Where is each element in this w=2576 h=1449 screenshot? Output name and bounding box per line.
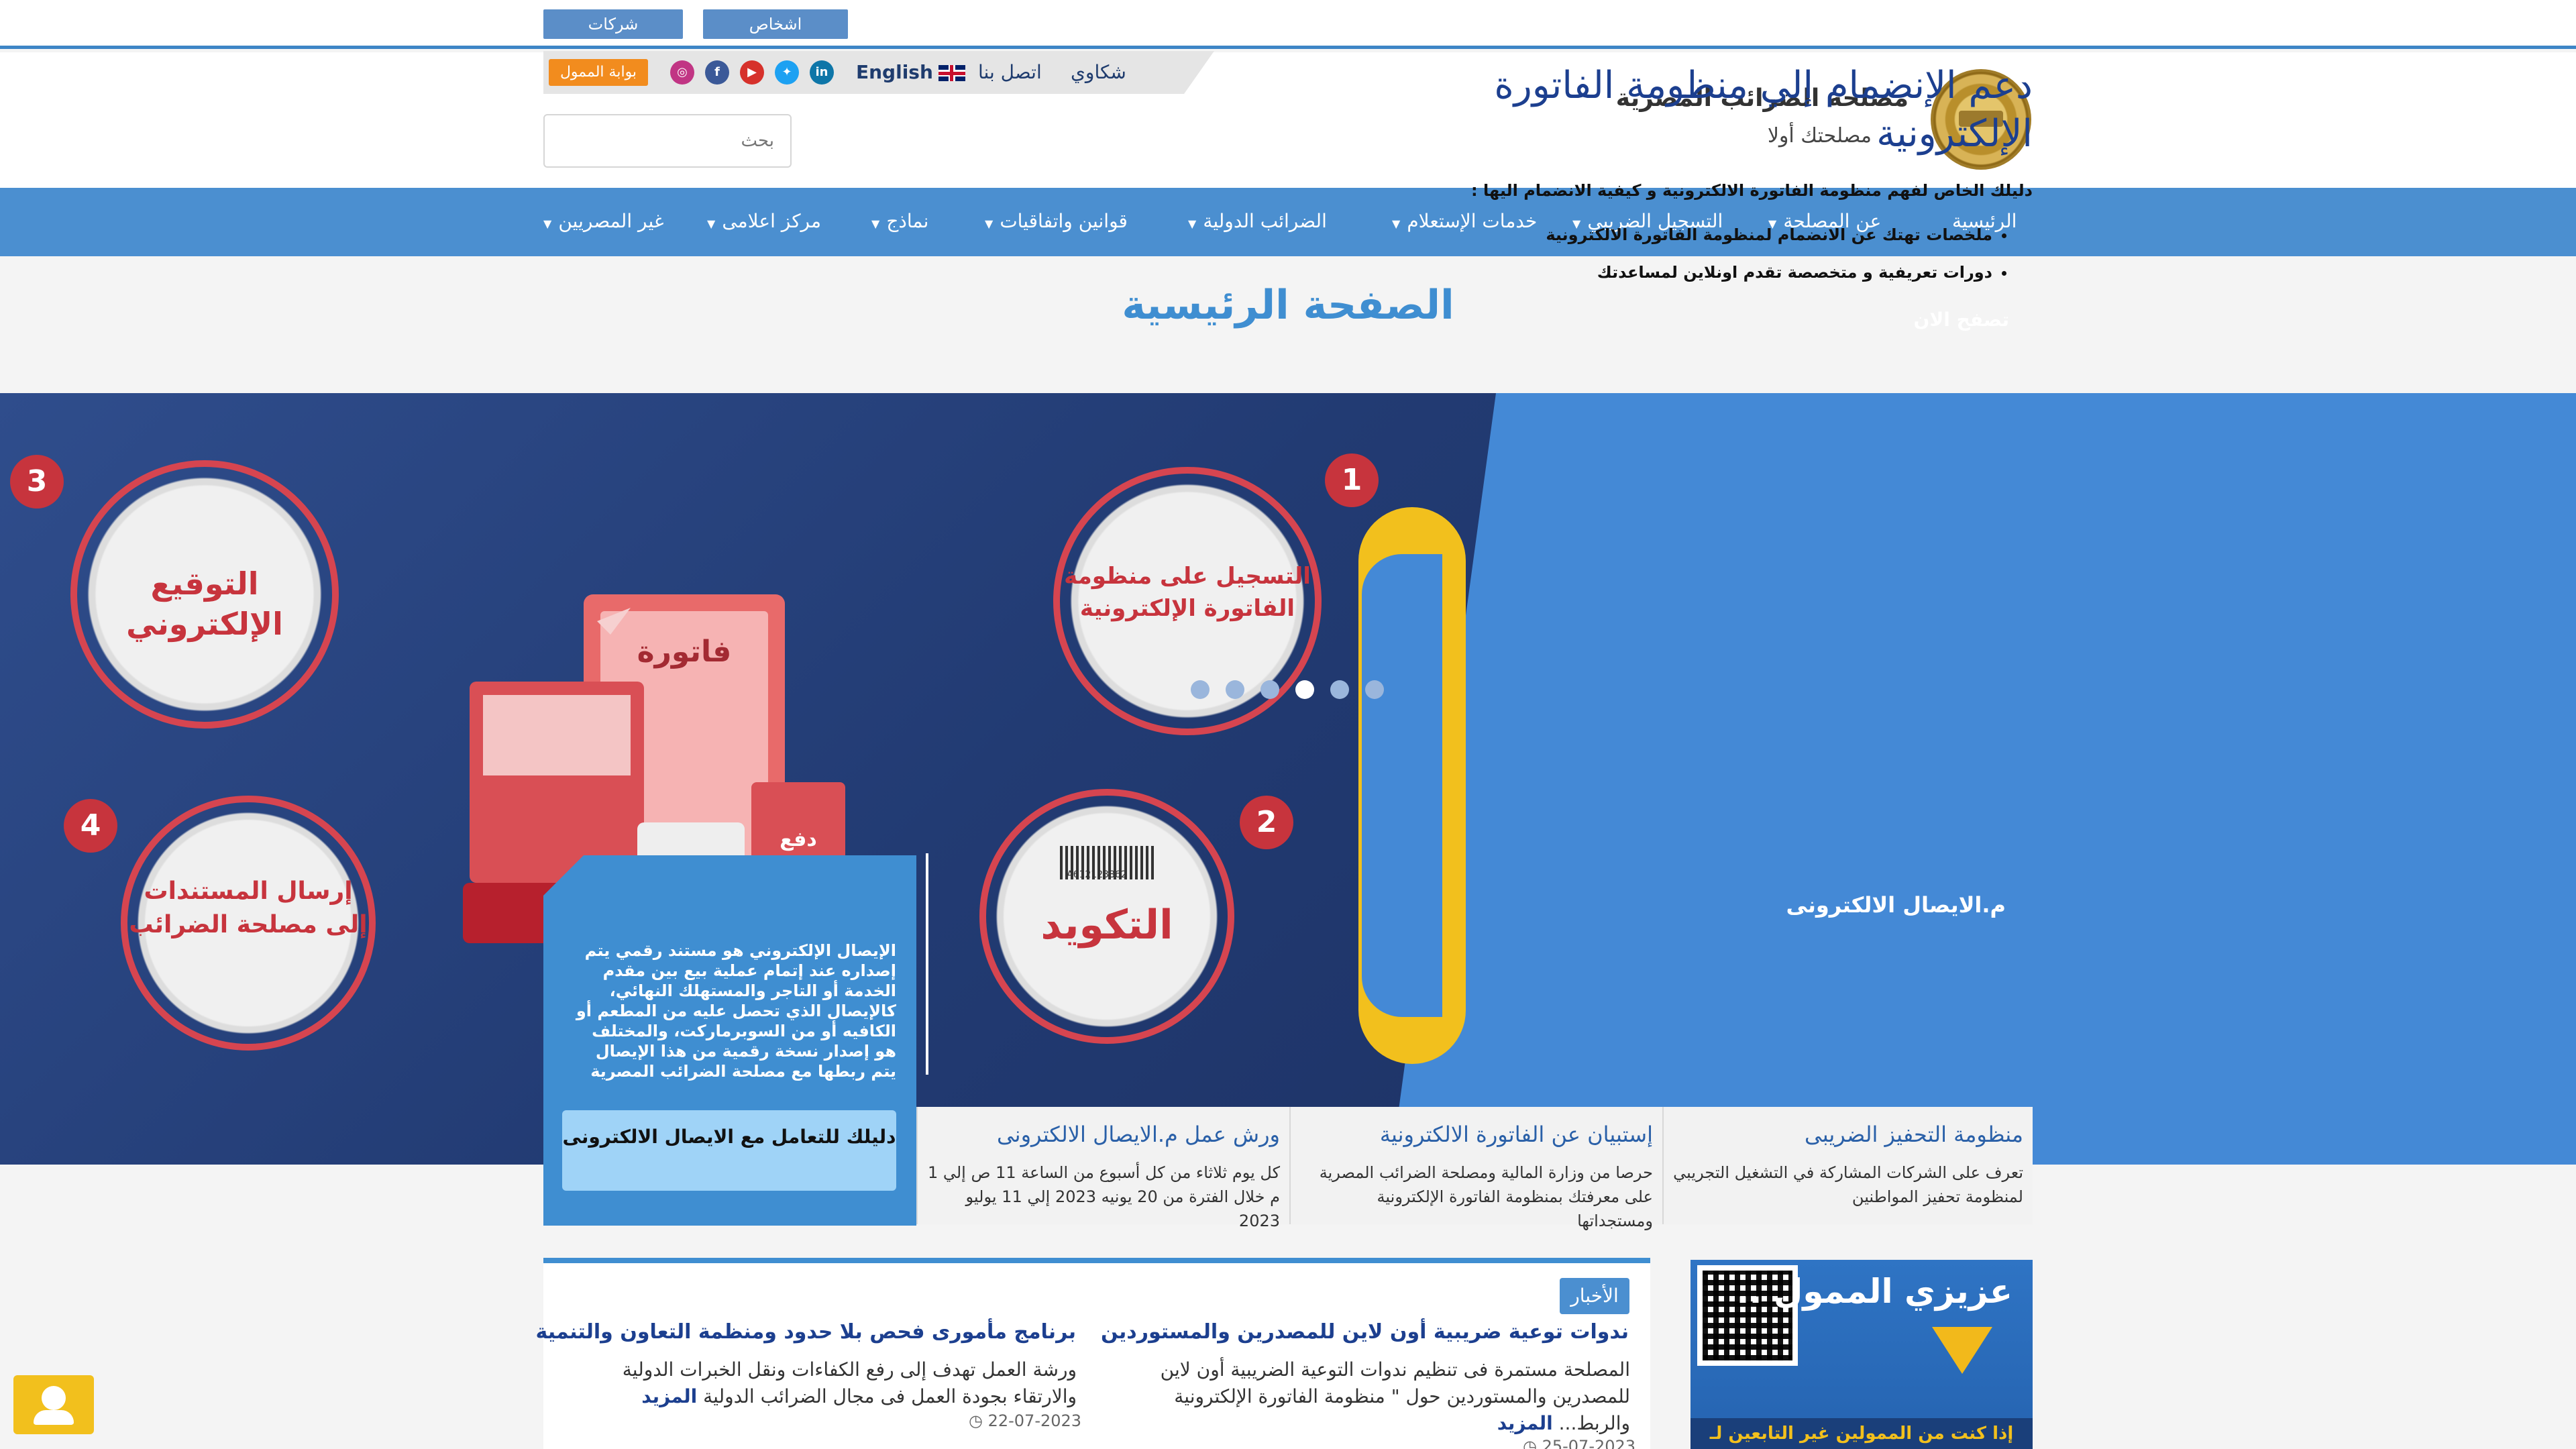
- slider-dot[interactable]: [1330, 680, 1349, 699]
- hero-bullet: دورات تعريفية و متخصصة تقدم اونلاين لمسا…: [1546, 254, 1992, 291]
- nav-intl-tax-label: الضرائب الدولية: [1203, 210, 1327, 232]
- feature-tax-incentive[interactable]: منظومة التحفيز الضريبى تعرف على الشركات …: [1662, 1107, 2033, 1224]
- news-date-text: 22-07-2023: [987, 1411, 1082, 1430]
- chevron-down-icon: ▼: [985, 217, 994, 230]
- hero-bullet: ملخصات تهتك عن الانضمام لمنظومة الفاتورة…: [1546, 216, 1992, 254]
- step-2-badge: 2: [1240, 796, 1293, 849]
- chevron-down-icon: ▼: [707, 217, 716, 230]
- tab-companies[interactable]: شركات: [543, 9, 683, 39]
- chevron-down-icon: ▼: [1188, 217, 1197, 230]
- feature-title: ورش عمل م.الايصال الالكترونى: [997, 1122, 1280, 1147]
- news-item-excerpt: المصلحة مستمرة فى تنظيم ندوات التوعية ال…: [1160, 1358, 1630, 1434]
- step-register-label: التسجيل على منظومة الفاتورة الإلكترونية: [1064, 563, 1311, 623]
- feature-text: تعرف على الشركات المشاركة في التشغيل الت…: [1673, 1163, 2023, 1206]
- news-item-title[interactable]: ندوات توعية ضريبية أون لاين للمصدرين وال…: [1101, 1320, 1629, 1344]
- nav-laws-label: قوانين واتفاقيات: [1000, 210, 1128, 232]
- nav-forms-label: نماذج: [886, 210, 929, 232]
- tab-individuals[interactable]: اشخاص: [703, 9, 848, 39]
- ereceipt-guide-button[interactable]: دليلك للتعامل مع الايصال الالكترونى: [562, 1110, 896, 1191]
- news-more-link[interactable]: المزيد: [641, 1385, 697, 1407]
- hero-description: دليلك الخاص لفهم منظومة الفاتورة الالكتر…: [1471, 181, 2033, 200]
- support-agent-icon[interactable]: [13, 1375, 94, 1434]
- browse-now-link[interactable]: تصفح الان: [1913, 309, 2009, 331]
- news-item-title[interactable]: برنامج مأمورى فحص بلا حدود ومنظمة التعاو…: [536, 1320, 1076, 1344]
- nav-media-label: مركز اعلامى: [722, 210, 821, 232]
- news-item-date: ◷ 25-07-2023: [1523, 1437, 1635, 1449]
- ereceipt-card-title: م.الايصال الالكترونى: [1786, 892, 2006, 918]
- news-more-link[interactable]: المزيد: [1497, 1412, 1553, 1434]
- slider-dot[interactable]: [1191, 680, 1210, 699]
- feature-einvoice-survey[interactable]: إستبيان عن الفاتورة الالكترونية حرصا من …: [1289, 1107, 1662, 1230]
- chevron-down-icon: ▼: [543, 217, 552, 230]
- step-coding-label: التكويد: [1040, 901, 1173, 949]
- nav-media[interactable]: ▼ مركز اعلامى: [707, 208, 821, 235]
- taxpayer-ad-banner[interactable]: عزيزي الممول .. إذا كنت من الممولين غير …: [1690, 1260, 2033, 1449]
- nav-non-egyptians-label: غير المصريين: [558, 210, 664, 232]
- invoice-label: فاتورة: [637, 635, 732, 669]
- news-tag[interactable]: الأخبار: [1560, 1278, 1629, 1314]
- barcode-number: A612123862: [1067, 869, 1127, 880]
- slider-dot[interactable]: [1365, 680, 1384, 699]
- news-date-text: 25-07-2023: [1542, 1437, 1636, 1449]
- nav-inquiry-label: خدمات الإستعلام: [1407, 210, 1538, 232]
- step-send-label: إرسال المستندات إلى مصلحة الضرائب: [129, 877, 368, 938]
- news-item-text: ورشة العمل تهدف إلى رفع الكفاءات ونقل ال…: [560, 1356, 1077, 1410]
- site-header: [0, 52, 2576, 188]
- youtube-icon[interactable]: ▶: [740, 60, 764, 85]
- step-1-badge: 1: [1325, 453, 1379, 507]
- clock-icon: ◷: [969, 1411, 988, 1430]
- instagram-icon[interactable]: ◎: [670, 60, 694, 85]
- english-link[interactable]: English: [856, 59, 965, 86]
- main-nav: الرئيسية ▼ عن المصلحة ▼ التسجيل الضريبي ▼ خ…: [0, 188, 2576, 256]
- nav-forms[interactable]: ▼ نماذج: [871, 208, 928, 235]
- step-signature-circle: التوقيع الإلكتروني: [70, 460, 339, 729]
- nav-laws[interactable]: ▼ قوانين واتفاقيات: [985, 208, 1128, 235]
- slider-dot[interactable]: [1260, 680, 1279, 699]
- search-input[interactable]: [543, 114, 792, 168]
- complaints-link[interactable]: شكاوي: [1071, 59, 1126, 86]
- news-item-text: المصلحة مستمرة فى تنظيم ندوات التوعية ال…: [1114, 1356, 1630, 1437]
- twitter-icon[interactable]: ✦: [775, 60, 799, 85]
- feature-title: إستبيان عن الفاتورة الالكترونية: [1379, 1122, 1653, 1147]
- feature-ereceipt-workshops[interactable]: ورش عمل م.الايصال الالكترونى كل يوم ثلاث…: [916, 1107, 1289, 1230]
- hero-bullets: ملخصات تهتك عن الانضمام لمنظومة الفاتورة…: [1546, 216, 1992, 291]
- hero-slider[interactable]: التسجيل على منظومة الفاتورة الإلكترونية …: [0, 393, 2576, 1165]
- contact-link[interactable]: اتصل بنا: [978, 59, 1042, 86]
- pay-label: دفع: [780, 828, 817, 851]
- linkedin-icon[interactable]: in: [810, 60, 834, 85]
- ereceipt-card-body: الإيصال الإلكتروني هو مستند رقمي يتم إصد…: [576, 941, 896, 1081]
- slider-dot-active[interactable]: [1295, 680, 1314, 699]
- top-strip: شركات اشخاص: [0, 0, 2576, 49]
- chevron-down-icon: ▼: [1392, 217, 1401, 230]
- hero-title: دعم الإنضمام إلي منظومة الفاتورة الإلكتر…: [1494, 64, 2033, 156]
- feature-title: منظومة التحفيز الضريبى: [1805, 1122, 2023, 1147]
- nav-inquiry[interactable]: ▼ خدمات الإستعلام: [1392, 208, 1537, 235]
- english-label: English: [856, 61, 933, 83]
- feature-text: حرصا من وزارة المالية ومصلحة الضرائب الم…: [1319, 1163, 1653, 1230]
- taxpayer-portal-button[interactable]: بوابة الممول: [549, 59, 648, 86]
- nav-non-egyptians[interactable]: ▼ غير المصريين: [543, 208, 664, 235]
- page-title: الصفحة الرئيسية: [1122, 282, 1454, 329]
- ad-bottom-text: إذا كنت من الممولين غير التابعين لـ: [1690, 1418, 2033, 1449]
- step-send-circle: إرسال المستندات إلى مصلحة الضرائب: [121, 796, 376, 1051]
- uk-flag-icon: [938, 65, 965, 81]
- clock-icon: ◷: [1523, 1437, 1542, 1449]
- chevron-down-icon: ▼: [871, 217, 880, 230]
- step-signature-label: التوقيع الإلكتروني: [126, 566, 283, 643]
- ad-title: عزيزي الممول ..: [1736, 1272, 2012, 1311]
- nav-intl-tax[interactable]: ▼ الضرائب الدولية: [1188, 208, 1327, 235]
- step-3-badge: 3: [10, 455, 64, 508]
- news-item-date: ◷ 22-07-2023: [969, 1411, 1081, 1430]
- step-4-badge: 4: [64, 799, 117, 853]
- down-arrow-icon: [1932, 1327, 1992, 1374]
- facebook-icon[interactable]: f: [705, 60, 729, 85]
- card-divider: [926, 853, 928, 1075]
- slider-dot[interactable]: [1226, 680, 1244, 699]
- feature-text: كل يوم ثلاثاء من كل أسبوع من الساعة 11 ص…: [927, 1163, 1280, 1230]
- step-coding-circle: التكويد: [979, 789, 1234, 1044]
- slider-pagination: [1191, 680, 1400, 700]
- arc-cutout: [1362, 554, 1442, 1017]
